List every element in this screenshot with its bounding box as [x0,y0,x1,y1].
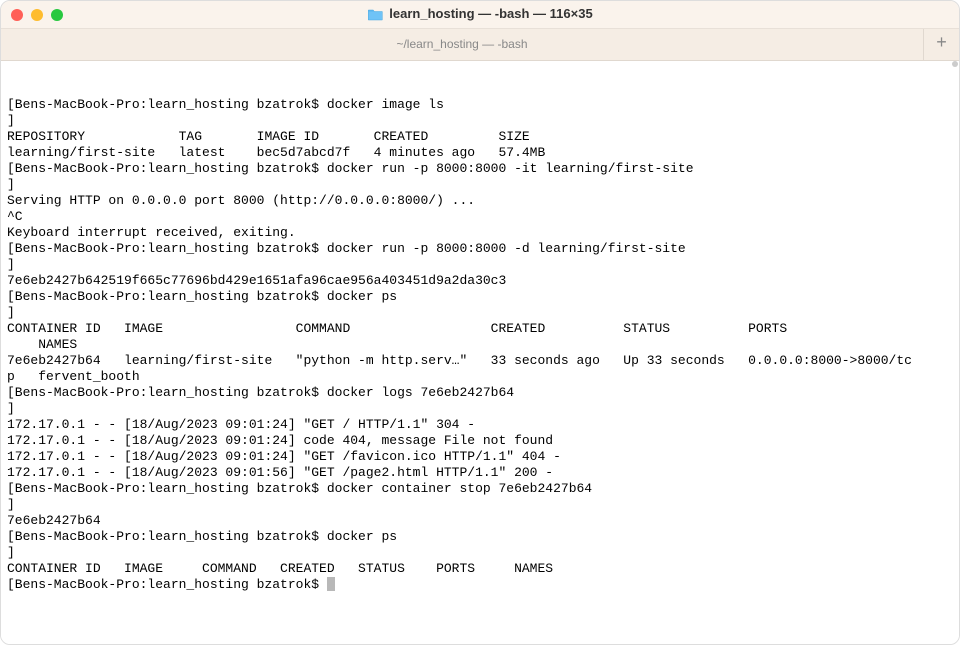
tab-active[interactable]: ~/learn_hosting — -bash [1,29,923,60]
scrollbar-track[interactable] [952,61,958,644]
plus-icon: + [936,33,947,56]
add-tab-button[interactable]: + [923,29,959,60]
close-button[interactable] [11,9,23,21]
minimize-button[interactable] [31,9,43,21]
folder-icon [367,8,383,21]
tabbar: ~/learn_hosting — -bash + [1,29,959,61]
terminal-window: learn_hosting — -bash — 116×35 ~/learn_h… [0,0,960,645]
cursor [327,577,335,591]
terminal-content: [Bens-MacBook-Pro:learn_hosting bzatrok$… [7,97,953,593]
scrollbar-thumb[interactable] [952,61,958,67]
terminal-body[interactable]: [Bens-MacBook-Pro:learn_hosting bzatrok$… [1,61,959,644]
titlebar[interactable]: learn_hosting — -bash — 116×35 [1,1,959,29]
window-title: learn_hosting — -bash — 116×35 [367,6,592,23]
maximize-button[interactable] [51,9,63,21]
tab-label: ~/learn_hosting — -bash [396,37,527,53]
traffic-lights [11,9,63,21]
window-title-text: learn_hosting — -bash — 116×35 [389,6,592,23]
